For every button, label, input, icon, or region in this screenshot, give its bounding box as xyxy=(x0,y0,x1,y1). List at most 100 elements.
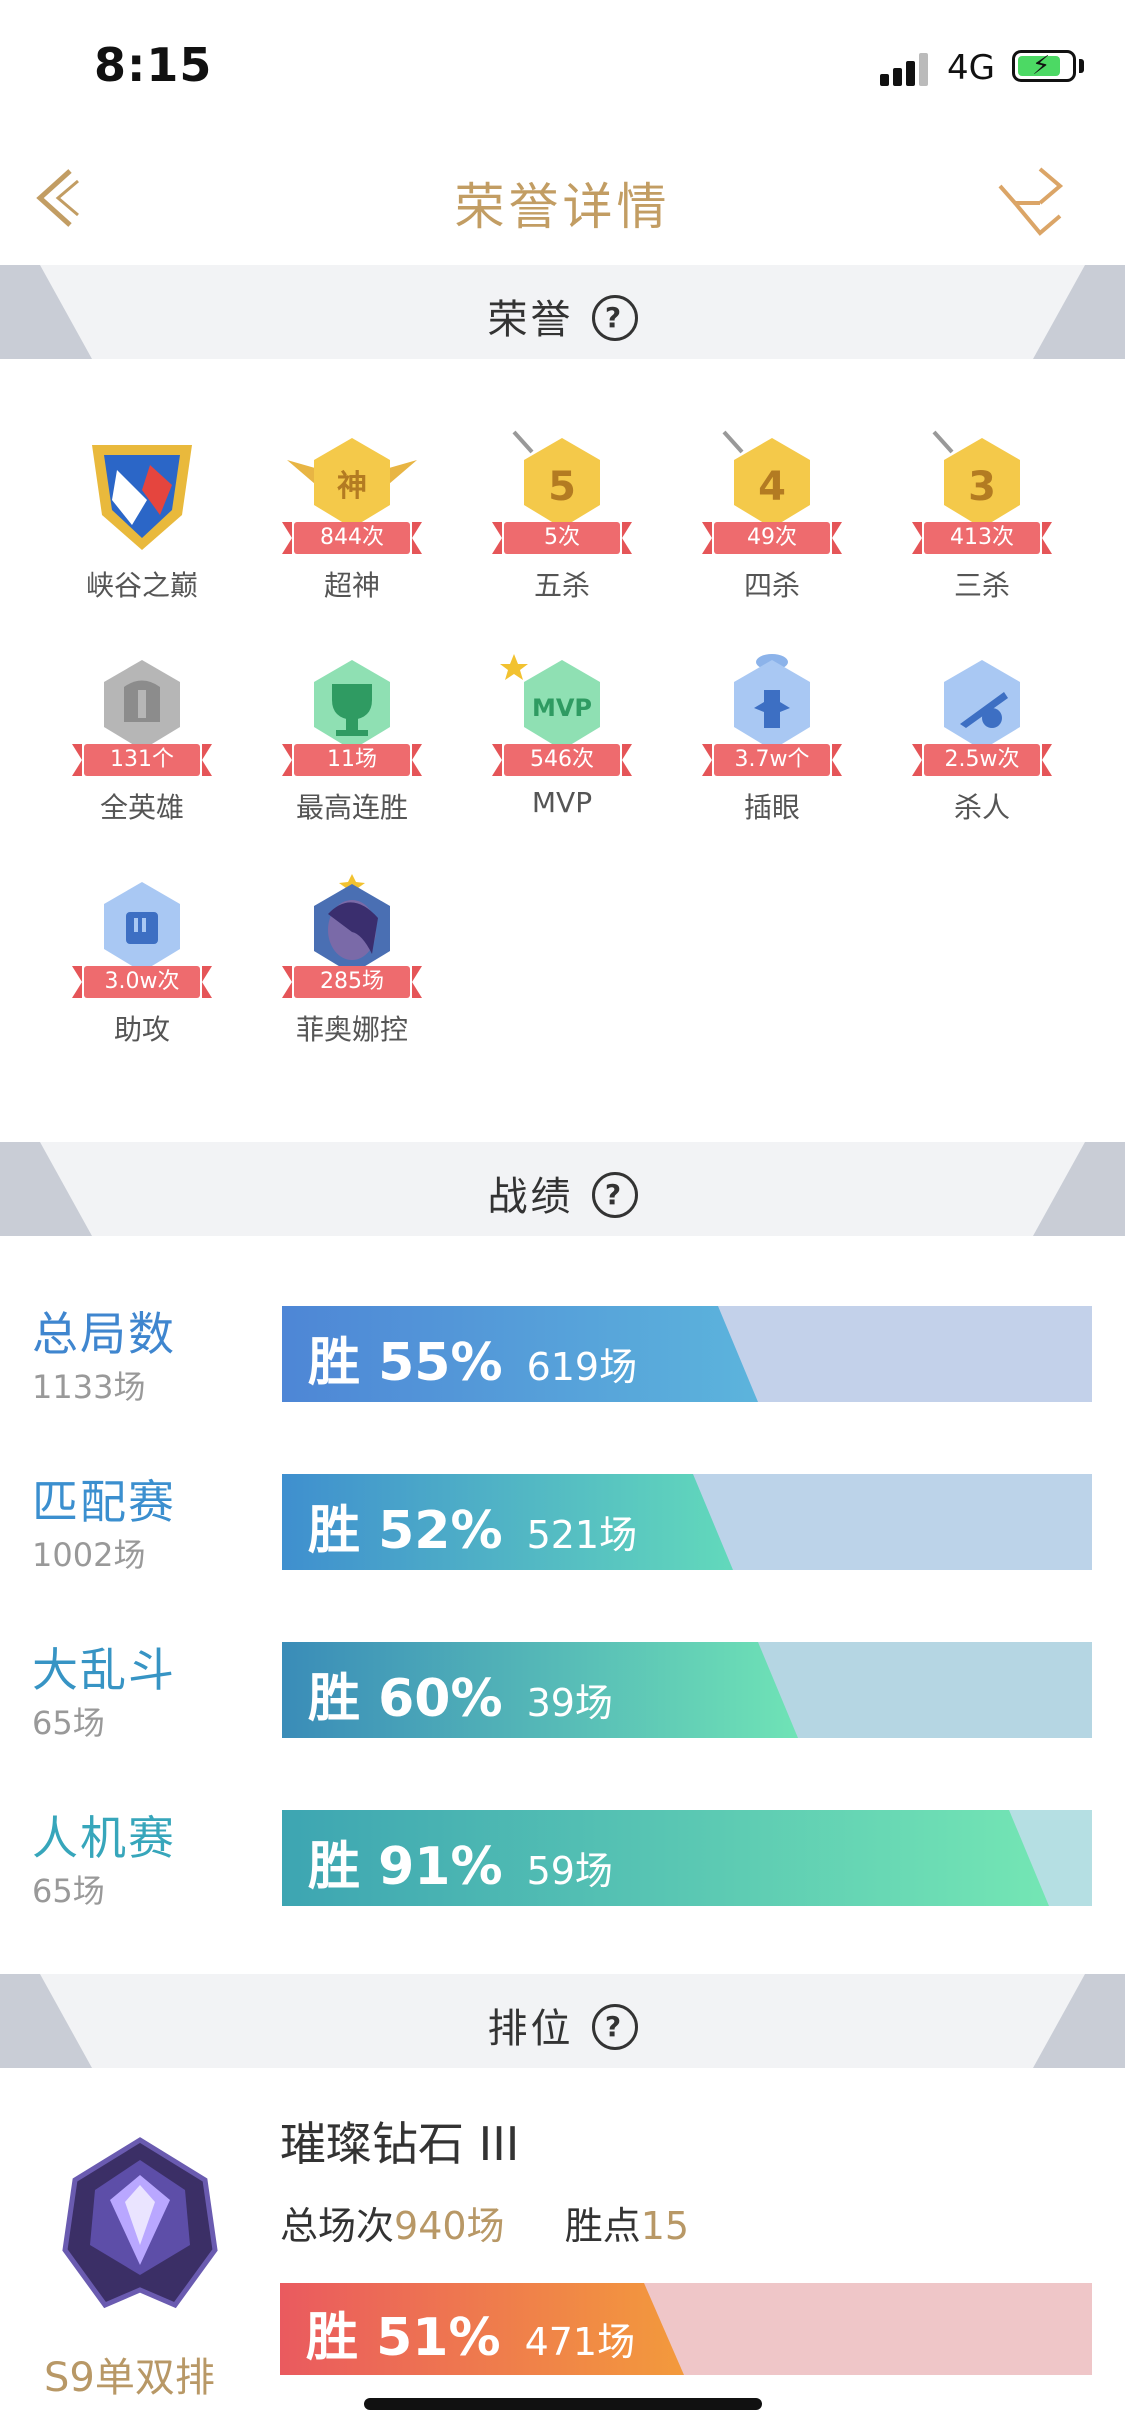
peak-shield-icon xyxy=(72,430,212,560)
stat-win-bar: 胜 60% 39场 xyxy=(282,1642,1092,1738)
help-icon[interactable]: ? xyxy=(591,1172,638,1218)
legendary-medal-icon: 神 844次 xyxy=(282,430,422,560)
honor-name: 菲奥娜控 xyxy=(295,1013,408,1046)
section-title-record: 战绩 xyxy=(487,1174,574,1220)
network-type: 4G xyxy=(947,48,995,88)
mvp-icon: MVP 546次 xyxy=(492,652,632,782)
stat-row[interactable]: 匹配赛 1002场 胜 52% 521场 xyxy=(0,1474,1125,1574)
stat-label: 大乱斗 xyxy=(32,1643,176,1697)
rank-total-value: 940场 xyxy=(394,2204,505,2248)
stat-win-rate: 胜 55% xyxy=(308,1333,503,1393)
help-icon[interactable]: ? xyxy=(591,2004,638,2050)
svg-text:MVP: MVP xyxy=(532,694,592,722)
honor-item[interactable]: 131个全英雄 xyxy=(62,652,222,826)
honor-name: 三杀 xyxy=(953,569,1010,602)
stat-win-rate: 胜 91% xyxy=(308,1837,503,1897)
stat-win-games: 619场 xyxy=(526,1345,638,1389)
quadra-kill-icon: 4 49次 xyxy=(702,430,842,560)
honor-item[interactable]: MVP 546次 MVP xyxy=(482,652,642,819)
stat-row[interactable]: 大乱斗 65场 胜 60% 39场 xyxy=(0,1642,1125,1742)
rank-points-value: 15 xyxy=(640,2204,690,2248)
honor-item[interactable]: 峡谷之巅 xyxy=(62,430,222,604)
penta-kill-icon: 5 5次 xyxy=(492,430,632,560)
svg-text:4: 4 xyxy=(758,464,786,510)
stat-label: 匹配赛 xyxy=(32,1475,176,1529)
stat-label: 人机赛 xyxy=(32,1811,176,1865)
honor-count-badge: 11场 xyxy=(282,744,422,776)
honor-item[interactable]: 3 413次三杀 xyxy=(902,430,1062,604)
rank-season: S9单双排 xyxy=(44,2355,215,2401)
share-icon xyxy=(998,167,1064,236)
honor-name: 四杀 xyxy=(743,569,800,602)
honor-name: 峡谷之巅 xyxy=(85,569,198,602)
rank-win-games: 471场 xyxy=(524,2320,636,2364)
honor-item[interactable]: 11场 最高连胜 xyxy=(272,652,432,826)
ward-icon: 3.7w个 xyxy=(702,652,842,782)
stat-win-bar: 胜 52% 521场 xyxy=(282,1474,1092,1570)
honor-count-badge: 285场 xyxy=(282,966,422,998)
honor-item[interactable]: 5 5次五杀 xyxy=(482,430,642,604)
rank-points-label: 胜点 xyxy=(564,2204,641,2248)
stat-row[interactable]: 人机赛 65场 胜 91% 59场 xyxy=(0,1810,1125,1910)
stat-label: 总局数 xyxy=(32,1307,176,1361)
honor-item[interactable]: 3.0w次助攻 xyxy=(62,874,222,1048)
rank-tier: 璀璨钻石 III xyxy=(280,2117,520,2171)
honor-item[interactable]: 神 844次 超神 xyxy=(272,430,432,604)
honor-count-badge: 3.7w个 xyxy=(702,744,842,776)
honor-count-badge: 49次 xyxy=(702,522,842,554)
battery-cap xyxy=(1079,59,1084,73)
stat-win-rate: 胜 60% xyxy=(308,1669,503,1729)
svg-text:3: 3 xyxy=(968,464,996,510)
honor-name: 五杀 xyxy=(533,569,590,602)
rank-win-bar: 胜 51% 471场 xyxy=(280,2283,1092,2375)
signal-icon xyxy=(880,50,932,86)
honor-name: 全英雄 xyxy=(99,791,184,824)
section-title-honor: 荣誉 xyxy=(487,297,574,343)
stat-count: 1002场 xyxy=(32,1536,146,1574)
share-button[interactable] xyxy=(990,161,1070,241)
stat-win-games: 521场 xyxy=(526,1513,638,1557)
honor-item[interactable]: 285场菲奥娜控 xyxy=(272,874,432,1048)
assist-icon: 3.0w次 xyxy=(72,874,212,1004)
section-header-rank: 排位? xyxy=(0,1974,1125,2068)
trophy-icon: 11场 xyxy=(282,652,422,782)
stat-win-games: 39场 xyxy=(526,1681,613,1725)
honor-name: 助攻 xyxy=(113,1013,170,1046)
nav-bar: 荣誉详情 xyxy=(0,135,1125,265)
rank-summary: 总场次940场 胜点15 xyxy=(280,2195,689,2250)
honor-item[interactable]: 4 49次 四杀 xyxy=(692,430,852,604)
honor-count-badge: 413次 xyxy=(912,522,1052,554)
honor-count-badge: 546次 xyxy=(492,744,632,776)
help-icon[interactable]: ? xyxy=(591,295,638,341)
rank-win-rate: 胜 51% xyxy=(306,2308,501,2368)
honor-count-badge: 844次 xyxy=(282,522,422,554)
honor-count-badge: 2.5w次 xyxy=(912,744,1052,776)
triple-kill-icon: 3 413次 xyxy=(912,430,1052,560)
honor-count-badge: 131个 xyxy=(72,744,212,776)
section-title-rank: 排位 xyxy=(487,2006,574,2052)
rank-total-label: 总场次 xyxy=(280,2204,395,2248)
stat-count: 65场 xyxy=(32,1872,105,1910)
all-heroes-icon: 131个 xyxy=(72,652,212,782)
section-header-record: 战绩? xyxy=(0,1142,1125,1236)
kill-icon: 2.5w次 xyxy=(912,652,1052,782)
stat-row[interactable]: 总局数 1133场 胜 55% 619场 xyxy=(0,1306,1125,1406)
honor-count-badge: 5次 xyxy=(492,522,632,554)
honor-name: 杀人 xyxy=(953,791,1010,824)
stat-win-games: 59场 xyxy=(526,1849,613,1893)
stat-win-bar: 胜 55% 619场 xyxy=(282,1306,1092,1402)
honor-item[interactable]: 3.7w个插眼 xyxy=(692,652,852,826)
battery-icon: ⚡ xyxy=(1012,50,1076,82)
home-indicator[interactable] xyxy=(364,2398,762,2410)
stat-count: 1133场 xyxy=(32,1368,146,1406)
diamond-rank-emblem-icon xyxy=(62,2137,218,2309)
status-time: 8:15 xyxy=(94,38,213,92)
stat-count: 65场 xyxy=(32,1704,105,1742)
section-header-honor: 荣誉? xyxy=(0,265,1125,359)
page-title: 荣誉详情 xyxy=(454,178,671,236)
svg-text:神: 神 xyxy=(337,469,367,504)
stat-win-rate: 胜 52% xyxy=(308,1501,503,1561)
honor-name: 插眼 xyxy=(743,791,800,824)
stat-win-bar: 胜 91% 59场 xyxy=(282,1810,1092,1906)
honor-item[interactable]: 2.5w次杀人 xyxy=(902,652,1062,826)
